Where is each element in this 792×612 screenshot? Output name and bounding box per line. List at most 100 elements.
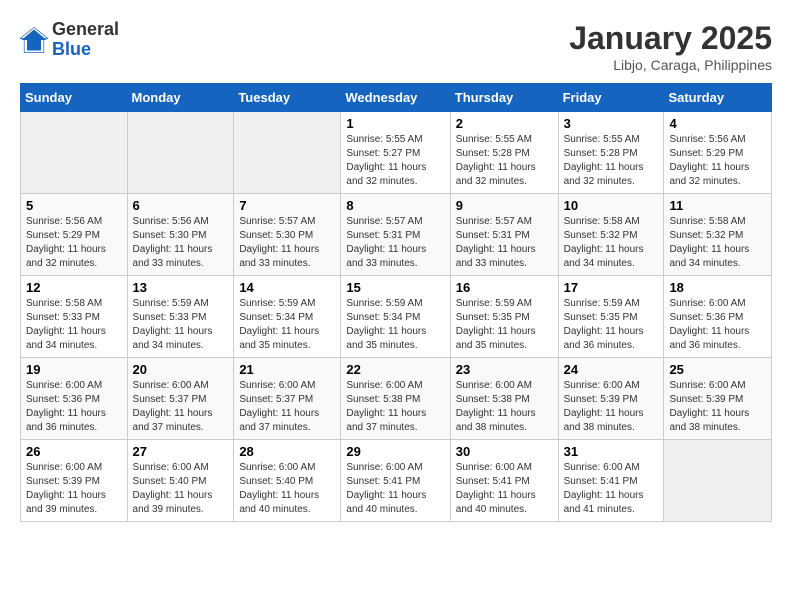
page-header: General Blue January 2025 Libjo, Caraga,… <box>20 20 772 73</box>
week-row-5: 26 Sunrise: 6:00 AM Sunset: 5:39 PM Dayli… <box>21 440 772 522</box>
day-info: Sunrise: 6:00 AM Sunset: 5:40 PM Dayligh… <box>133 461 229 517</box>
day-info: Sunrise: 6:00 AM Sunset: 5:40 PM Dayligh… <box>239 461 335 517</box>
day-info: Sunrise: 5:56 AM Sunset: 5:29 PM Dayligh… <box>669 133 766 189</box>
calendar-cell: 28 Sunrise: 6:00 AM Sunset: 5:40 PM Dayli… <box>234 440 341 522</box>
calendar-cell: 7 Sunrise: 5:57 AM Sunset: 5:30 PM Daylig… <box>234 194 341 276</box>
day-info: Sunrise: 6:00 AM Sunset: 5:41 PM Dayligh… <box>564 461 659 517</box>
day-number: 18 <box>669 280 766 295</box>
day-info: Sunrise: 5:57 AM Sunset: 5:30 PM Dayligh… <box>239 215 335 271</box>
title-block: January 2025 Libjo, Caraga, Philippines <box>569 20 772 73</box>
day-info: Sunrise: 5:55 AM Sunset: 5:27 PM Dayligh… <box>346 133 444 189</box>
calendar-cell: 21 Sunrise: 6:00 AM Sunset: 5:37 PM Dayli… <box>234 358 341 440</box>
logo-icon <box>20 26 48 54</box>
calendar-header: SundayMondayTuesdayWednesdayThursdayFrid… <box>21 84 772 112</box>
calendar-cell <box>664 440 772 522</box>
day-number: 19 <box>26 362 122 377</box>
day-info: Sunrise: 6:00 AM Sunset: 5:37 PM Dayligh… <box>239 379 335 435</box>
calendar-cell: 15 Sunrise: 5:59 AM Sunset: 5:34 PM Dayli… <box>341 276 450 358</box>
day-number: 22 <box>346 362 444 377</box>
calendar-cell: 5 Sunrise: 5:56 AM Sunset: 5:29 PM Daylig… <box>21 194 128 276</box>
calendar-cell: 18Sunrise: 6:00 AM Sunset: 5:36 PM Dayli… <box>664 276 772 358</box>
calendar-cell: 26 Sunrise: 6:00 AM Sunset: 5:39 PM Dayli… <box>21 440 128 522</box>
day-info: Sunrise: 6:00 AM Sunset: 5:36 PM Dayligh… <box>26 379 122 435</box>
logo: General Blue <box>20 20 119 60</box>
day-number: 6 <box>133 198 229 213</box>
day-number: 9 <box>456 198 553 213</box>
header-wednesday: Wednesday <box>341 84 450 112</box>
day-info: Sunrise: 5:59 AM Sunset: 5:33 PM Dayligh… <box>133 297 229 353</box>
day-number: 12 <box>26 280 122 295</box>
day-info: Sunrise: 6:00 AM Sunset: 5:39 PM Dayligh… <box>26 461 122 517</box>
calendar-cell: 17 Sunrise: 5:59 AM Sunset: 5:35 PM Dayli… <box>558 276 664 358</box>
day-info: Sunrise: 6:00 AM Sunset: 5:37 PM Dayligh… <box>133 379 229 435</box>
calendar-cell: 23Sunrise: 6:00 AM Sunset: 5:38 PM Dayli… <box>450 358 558 440</box>
day-number: 14 <box>239 280 335 295</box>
day-info: Sunrise: 5:58 AM Sunset: 5:32 PM Dayligh… <box>669 215 766 271</box>
day-info: Sunrise: 6:00 AM Sunset: 5:41 PM Dayligh… <box>346 461 444 517</box>
day-number: 31 <box>564 444 659 459</box>
day-info: Sunrise: 5:59 AM Sunset: 5:34 PM Dayligh… <box>346 297 444 353</box>
calendar-cell: 16Sunrise: 5:59 AM Sunset: 5:35 PM Dayli… <box>450 276 558 358</box>
day-info: Sunrise: 5:57 AM Sunset: 5:31 PM Dayligh… <box>346 215 444 271</box>
calendar-cell: 13 Sunrise: 5:59 AM Sunset: 5:33 PM Dayli… <box>127 276 234 358</box>
day-number: 21 <box>239 362 335 377</box>
day-number: 16 <box>456 280 553 295</box>
calendar-cell: 3 Sunrise: 5:55 AM Sunset: 5:28 PM Daylig… <box>558 112 664 194</box>
day-info: Sunrise: 5:58 AM Sunset: 5:32 PM Dayligh… <box>564 215 659 271</box>
day-number: 7 <box>239 198 335 213</box>
week-row-4: 19 Sunrise: 6:00 AM Sunset: 5:36 PM Dayli… <box>21 358 772 440</box>
day-number: 8 <box>346 198 444 213</box>
calendar-cell: 31 Sunrise: 6:00 AM Sunset: 5:41 PM Dayli… <box>558 440 664 522</box>
day-info: Sunrise: 5:59 AM Sunset: 5:35 PM Dayligh… <box>564 297 659 353</box>
day-info: Sunrise: 5:55 AM Sunset: 5:28 PM Dayligh… <box>564 133 659 189</box>
calendar-cell: 6 Sunrise: 5:56 AM Sunset: 5:30 PM Daylig… <box>127 194 234 276</box>
header-tuesday: Tuesday <box>234 84 341 112</box>
calendar-cell <box>21 112 128 194</box>
logo-text: General Blue <box>52 20 119 60</box>
day-info: Sunrise: 5:58 AM Sunset: 5:33 PM Dayligh… <box>26 297 122 353</box>
day-number: 10 <box>564 198 659 213</box>
day-number: 5 <box>26 198 122 213</box>
calendar-cell: 24Sunrise: 6:00 AM Sunset: 5:39 PM Dayli… <box>558 358 664 440</box>
day-number: 15 <box>346 280 444 295</box>
calendar-cell <box>127 112 234 194</box>
day-number: 30 <box>456 444 553 459</box>
day-number: 29 <box>346 444 444 459</box>
header-monday: Monday <box>127 84 234 112</box>
day-number: 28 <box>239 444 335 459</box>
calendar-cell: 9 Sunrise: 5:57 AM Sunset: 5:31 PM Daylig… <box>450 194 558 276</box>
week-row-1: 1 Sunrise: 5:55 AM Sunset: 5:27 PM Daylig… <box>21 112 772 194</box>
day-info: Sunrise: 5:55 AM Sunset: 5:28 PM Dayligh… <box>456 133 553 189</box>
calendar-cell: 29 Sunrise: 6:00 AM Sunset: 5:41 PM Dayli… <box>341 440 450 522</box>
day-number: 2 <box>456 116 553 131</box>
header-sunday: Sunday <box>21 84 128 112</box>
day-info: Sunrise: 5:59 AM Sunset: 5:34 PM Dayligh… <box>239 297 335 353</box>
day-number: 24 <box>564 362 659 377</box>
calendar-subtitle: Libjo, Caraga, Philippines <box>569 57 772 73</box>
week-row-2: 5 Sunrise: 5:56 AM Sunset: 5:29 PM Daylig… <box>21 194 772 276</box>
day-number: 17 <box>564 280 659 295</box>
day-number: 26 <box>26 444 122 459</box>
day-info: Sunrise: 5:56 AM Sunset: 5:29 PM Dayligh… <box>26 215 122 271</box>
day-info: Sunrise: 6:00 AM Sunset: 5:38 PM Dayligh… <box>346 379 444 435</box>
header-friday: Friday <box>558 84 664 112</box>
day-number: 4 <box>669 116 766 131</box>
day-number: 3 <box>564 116 659 131</box>
calendar-cell: 20Sunrise: 6:00 AM Sunset: 5:37 PM Dayli… <box>127 358 234 440</box>
day-number: 1 <box>346 116 444 131</box>
header-thursday: Thursday <box>450 84 558 112</box>
calendar-table: SundayMondayTuesdayWednesdayThursdayFrid… <box>20 83 772 522</box>
calendar-cell: 2 Sunrise: 5:55 AM Sunset: 5:28 PM Daylig… <box>450 112 558 194</box>
day-info: Sunrise: 5:57 AM Sunset: 5:31 PM Dayligh… <box>456 215 553 271</box>
day-number: 27 <box>133 444 229 459</box>
logo-general-text: General <box>52 20 119 40</box>
week-row-3: 12 Sunrise: 5:58 AM Sunset: 5:33 PM Dayli… <box>21 276 772 358</box>
calendar-cell <box>234 112 341 194</box>
day-number: 13 <box>133 280 229 295</box>
day-number: 11 <box>669 198 766 213</box>
calendar-cell: 1 Sunrise: 5:55 AM Sunset: 5:27 PM Daylig… <box>341 112 450 194</box>
day-number: 25 <box>669 362 766 377</box>
day-info: Sunrise: 5:56 AM Sunset: 5:30 PM Dayligh… <box>133 215 229 271</box>
logo-blue-text: Blue <box>52 40 119 60</box>
calendar-title: January 2025 <box>569 20 772 57</box>
